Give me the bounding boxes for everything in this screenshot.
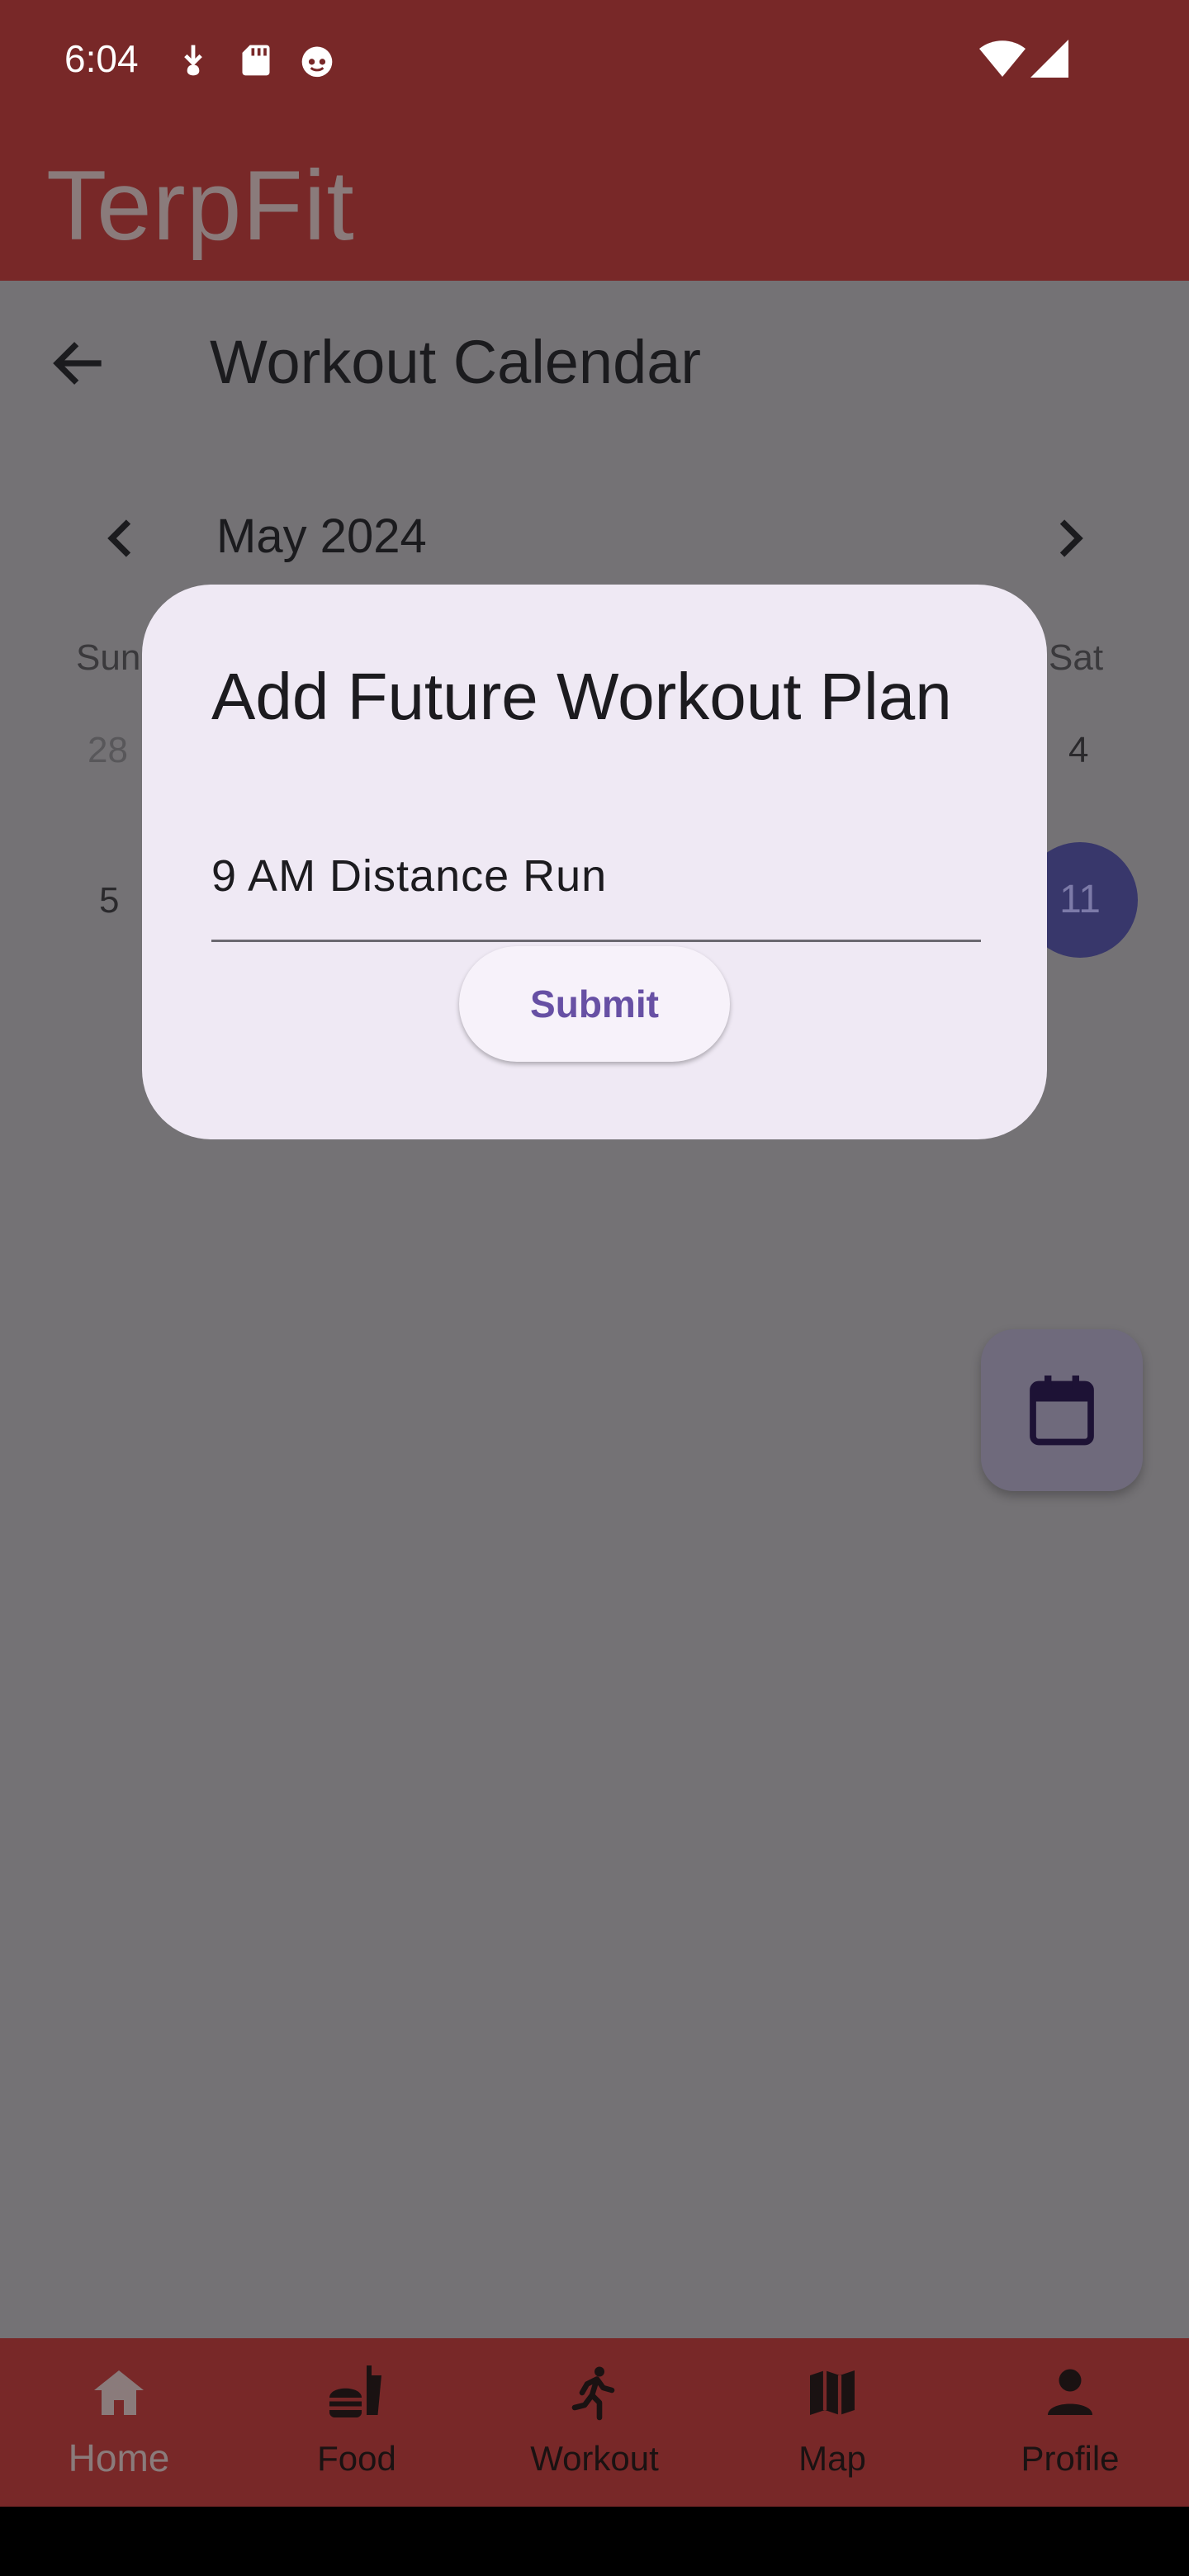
nav-item-food[interactable]: Food xyxy=(238,2338,476,2507)
map-icon xyxy=(810,2370,855,2415)
add-workout-dialog: Add Future Workout Plan Submit xyxy=(142,585,1047,1139)
status-bar: 6:04 xyxy=(0,0,1189,116)
bottom-navigation: Home Food Workout Map Profile xyxy=(0,2338,1189,2507)
person-icon xyxy=(1048,2369,1092,2415)
screen-title: Workout Calendar xyxy=(210,328,702,396)
submit-button[interactable]: Submit xyxy=(459,946,730,1062)
app-title: TerpFit xyxy=(46,150,355,261)
weekday-sun: Sun xyxy=(76,637,141,678)
nav-item-map[interactable]: Map xyxy=(713,2338,951,2507)
chevron-right-icon[interactable] xyxy=(1044,514,1093,563)
system-navigation-bar xyxy=(0,2507,1189,2576)
calendar-day[interactable]: 5 xyxy=(99,880,119,921)
dialog-title: Add Future Workout Plan xyxy=(211,660,952,733)
status-time: 6:04 xyxy=(64,37,139,80)
weekday-sat: Sat xyxy=(1049,637,1104,678)
workout-plan-input[interactable] xyxy=(211,839,979,913)
download-icon xyxy=(184,45,202,76)
face-icon xyxy=(301,46,333,78)
calendar-day[interactable]: 4 xyxy=(1068,730,1088,771)
calendar-icon xyxy=(1030,1376,1094,1446)
month-label: May 2024 xyxy=(216,509,427,563)
nav-label-profile: Profile xyxy=(1021,2439,1120,2478)
home-icon xyxy=(94,2370,144,2415)
arrow-back-icon[interactable] xyxy=(46,330,112,396)
nav-item-profile[interactable]: Profile xyxy=(951,2338,1189,2507)
run-icon xyxy=(571,2366,615,2421)
cell-signal-icon xyxy=(1030,40,1068,78)
app-bar: TerpFit xyxy=(0,116,1189,281)
calendar-day[interactable]: 28 xyxy=(88,730,128,771)
nav-label-map: Map xyxy=(798,2439,866,2478)
sd-card-icon xyxy=(242,45,270,76)
wifi-icon xyxy=(979,40,1026,77)
fastfood-icon xyxy=(329,2365,381,2417)
nav-label-food: Food xyxy=(317,2439,396,2478)
nav-label-home: Home xyxy=(68,2436,170,2479)
nav-item-home[interactable]: Home xyxy=(0,2338,238,2507)
calendar-fab[interactable] xyxy=(981,1329,1143,1491)
chevron-left-icon[interactable] xyxy=(97,514,147,563)
nav-label-workout: Workout xyxy=(530,2439,659,2478)
workout-plan-field[interactable] xyxy=(211,832,981,942)
nav-item-workout[interactable]: Workout xyxy=(476,2338,713,2507)
